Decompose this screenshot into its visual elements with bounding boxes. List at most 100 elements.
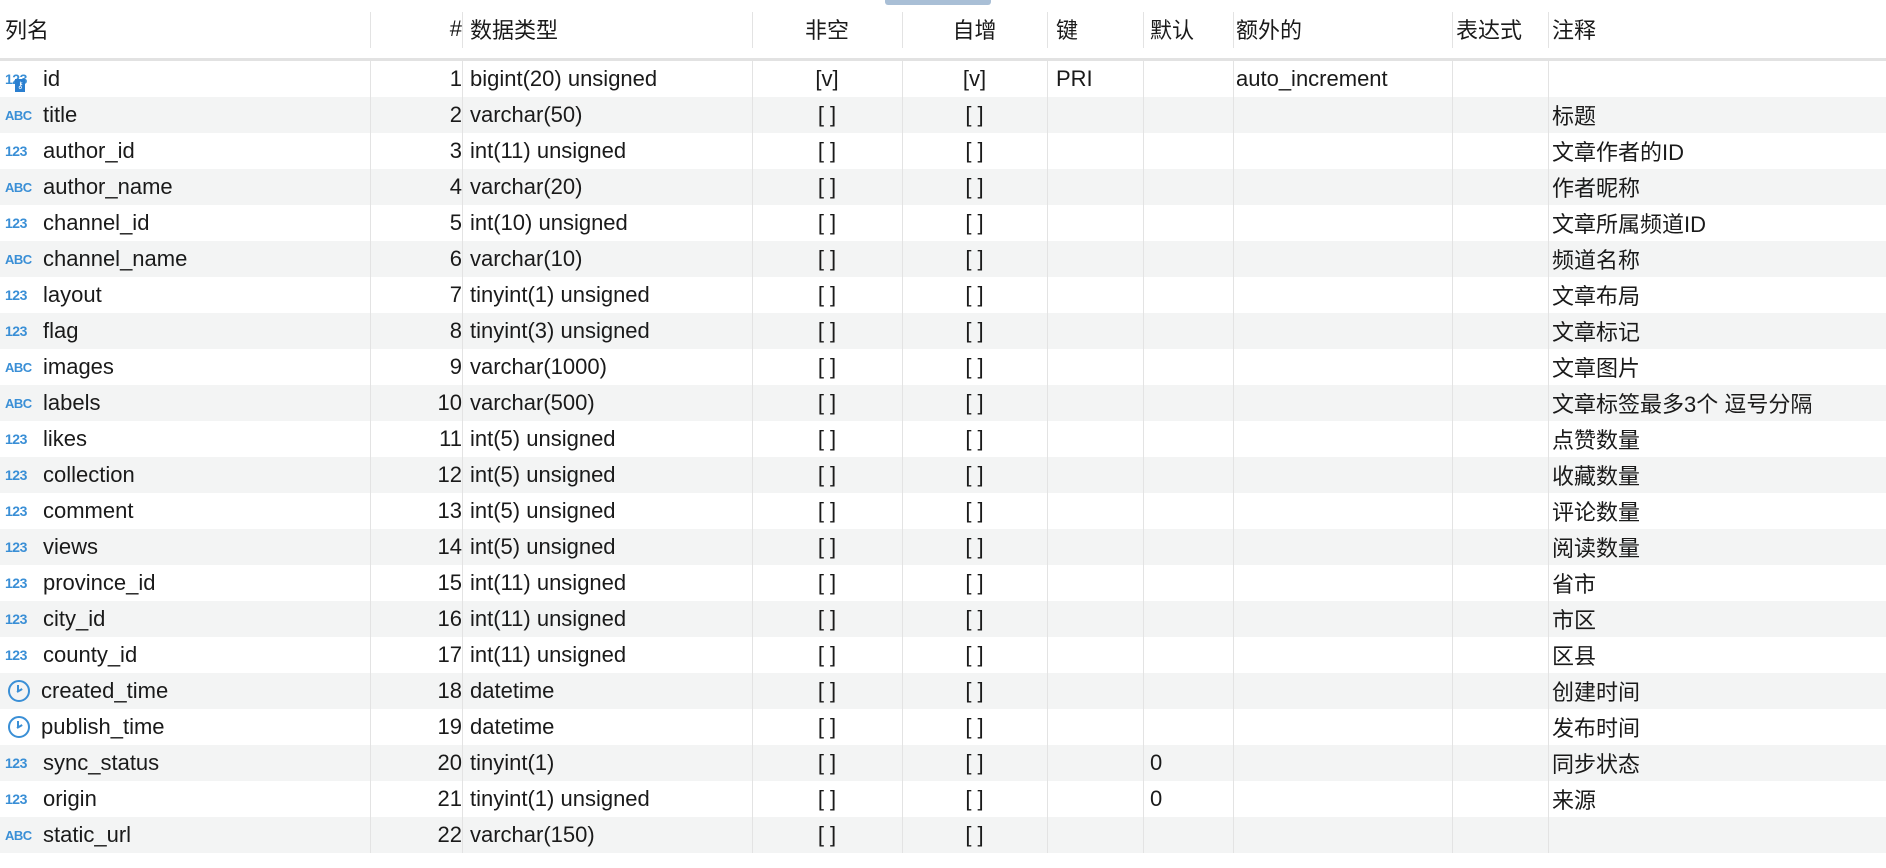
cell-expr[interactable] xyxy=(1456,421,1552,457)
cell-num[interactable]: 10 xyxy=(370,385,462,421)
cell-autoinc[interactable]: [ ] xyxy=(902,529,1047,565)
table-row[interactable]: 123 layout 7 tinyint(1) unsigned[ ][ ] 文章布局 xyxy=(0,277,1886,313)
cell-name[interactable]: created_time xyxy=(5,673,370,709)
cell-name[interactable]: 123 channel_id xyxy=(5,205,370,241)
cell-comment[interactable] xyxy=(1552,61,1886,97)
table-row[interactable]: created_time 18 datetime[ ][ ] 创建时间 xyxy=(0,673,1886,709)
table-row[interactable]: 123 comment 13 int(5) unsigned[ ][ ] 评论数量 xyxy=(0,493,1886,529)
cell-expr[interactable] xyxy=(1456,205,1552,241)
cell-default[interactable] xyxy=(1150,601,1233,637)
header-autoinc[interactable]: 自增 xyxy=(902,0,1047,58)
cell-default[interactable]: 0 xyxy=(1150,781,1233,817)
cell-extra[interactable] xyxy=(1236,421,1456,457)
table-row[interactable]: 123 county_id 17 int(11) unsigned[ ][ ] 区县 xyxy=(0,637,1886,673)
cell-expr[interactable] xyxy=(1456,817,1552,853)
cell-key[interactable] xyxy=(1056,349,1143,385)
cell-extra[interactable] xyxy=(1236,709,1456,745)
cell-type[interactable]: varchar(10) xyxy=(470,241,752,277)
cell-expr[interactable] xyxy=(1456,349,1552,385)
cell-notnull[interactable]: [ ] xyxy=(752,601,902,637)
table-row[interactable]: publish_time 19 datetime[ ][ ] 发布时间 xyxy=(0,709,1886,745)
cell-extra[interactable] xyxy=(1236,169,1456,205)
cell-notnull[interactable]: [ ] xyxy=(752,673,902,709)
cell-autoinc[interactable]: [ ] xyxy=(902,133,1047,169)
cell-name[interactable]: 123 province_id xyxy=(5,565,370,601)
cell-notnull[interactable]: [ ] xyxy=(752,277,902,313)
cell-num[interactable]: 12 xyxy=(370,457,462,493)
cell-expr[interactable] xyxy=(1456,97,1552,133)
cell-name[interactable]: ABC author_name xyxy=(5,169,370,205)
cell-notnull[interactable]: [ ] xyxy=(752,637,902,673)
table-row[interactable]: 123 sync_status 20 tinyint(1)[ ][ ] 0 同步状态 xyxy=(0,745,1886,781)
cell-autoinc[interactable]: [ ] xyxy=(902,673,1047,709)
cell-notnull[interactable]: [ ] xyxy=(752,709,902,745)
cell-notnull[interactable]: [ ] xyxy=(752,385,902,421)
cell-autoinc[interactable]: [ ] xyxy=(902,421,1047,457)
cell-name[interactable]: 123 county_id xyxy=(5,637,370,673)
cell-extra[interactable] xyxy=(1236,565,1456,601)
cell-num[interactable]: 16 xyxy=(370,601,462,637)
cell-extra[interactable] xyxy=(1236,529,1456,565)
cell-extra[interactable] xyxy=(1236,493,1456,529)
cell-num[interactable]: 17 xyxy=(370,637,462,673)
table-row[interactable]: 123 views 14 int(5) unsigned[ ][ ] 阅读数量 xyxy=(0,529,1886,565)
cell-default[interactable] xyxy=(1150,637,1233,673)
cell-comment[interactable]: 市区 xyxy=(1552,601,1886,637)
cell-type[interactable]: tinyint(3) unsigned xyxy=(470,313,752,349)
cell-extra[interactable] xyxy=(1236,817,1456,853)
cell-key[interactable] xyxy=(1056,277,1143,313)
cell-type[interactable]: datetime xyxy=(470,673,752,709)
cell-comment[interactable]: 同步状态 xyxy=(1552,745,1886,781)
cell-expr[interactable] xyxy=(1456,61,1552,97)
table-row[interactable]: 123 origin 21 tinyint(1) unsigned[ ][ ] 0 来源 xyxy=(0,781,1886,817)
cell-autoinc[interactable]: [ ] xyxy=(902,241,1047,277)
cell-expr[interactable] xyxy=(1456,241,1552,277)
table-row[interactable]: ABC author_name 4 varchar(20)[ ][ ] 作者昵称 xyxy=(0,169,1886,205)
cell-key[interactable] xyxy=(1056,601,1143,637)
cell-key[interactable] xyxy=(1056,457,1143,493)
cell-key[interactable] xyxy=(1056,205,1143,241)
cell-extra[interactable] xyxy=(1236,385,1456,421)
cell-name[interactable]: ABC images xyxy=(5,349,370,385)
cell-autoinc[interactable]: [ ] xyxy=(902,781,1047,817)
cell-extra[interactable] xyxy=(1236,637,1456,673)
cell-comment[interactable]: 省市 xyxy=(1552,565,1886,601)
cell-notnull[interactable]: [ ] xyxy=(752,349,902,385)
cell-type[interactable]: varchar(150) xyxy=(470,817,752,853)
table-row[interactable]: 123 likes 11 int(5) unsigned[ ][ ] 点赞数量 xyxy=(0,421,1886,457)
cell-name[interactable]: 123 author_id xyxy=(5,133,370,169)
cell-notnull[interactable]: [ ] xyxy=(752,817,902,853)
cell-num[interactable]: 1 xyxy=(370,61,462,97)
cell-name[interactable]: ABC static_url xyxy=(5,817,370,853)
header-num[interactable]: # xyxy=(370,0,462,58)
cell-key[interactable] xyxy=(1056,421,1143,457)
cell-type[interactable]: int(5) unsigned xyxy=(470,457,752,493)
cell-expr[interactable] xyxy=(1456,313,1552,349)
table-row[interactable]: ABC channel_name 6 varchar(10)[ ][ ] 频道名称 xyxy=(0,241,1886,277)
cell-notnull[interactable]: [ ] xyxy=(752,493,902,529)
cell-key[interactable] xyxy=(1056,241,1143,277)
cell-default[interactable] xyxy=(1150,349,1233,385)
cell-extra[interactable] xyxy=(1236,601,1456,637)
cell-comment[interactable]: 文章标记 xyxy=(1552,313,1886,349)
table-row[interactable]: 123 province_id 15 int(11) unsigned[ ][ ] 省市 xyxy=(0,565,1886,601)
table-row[interactable]: ABC static_url 22 varchar(150)[ ][ ] xyxy=(0,817,1886,853)
cell-notnull[interactable]: [ ] xyxy=(752,205,902,241)
cell-notnull[interactable]: [ ] xyxy=(752,745,902,781)
cell-autoinc[interactable]: [ ] xyxy=(902,565,1047,601)
cell-autoinc[interactable]: [ ] xyxy=(902,817,1047,853)
cell-num[interactable]: 20 xyxy=(370,745,462,781)
cell-key[interactable] xyxy=(1056,817,1143,853)
cell-type[interactable]: int(11) unsigned xyxy=(470,637,752,673)
cell-extra[interactable] xyxy=(1236,457,1456,493)
cell-expr[interactable] xyxy=(1456,709,1552,745)
cell-extra[interactable] xyxy=(1236,349,1456,385)
cell-expr[interactable] xyxy=(1456,637,1552,673)
cell-comment[interactable]: 发布时间 xyxy=(1552,709,1886,745)
cell-key[interactable] xyxy=(1056,169,1143,205)
cell-default[interactable] xyxy=(1150,421,1233,457)
header-type[interactable]: 数据类型 xyxy=(470,0,752,58)
cell-default[interactable] xyxy=(1150,205,1233,241)
table-row[interactable]: 123 city_id 16 int(11) unsigned[ ][ ] 市区 xyxy=(0,601,1886,637)
table-row[interactable]: 123 author_id 3 int(11) unsigned[ ][ ] 文章作者的… xyxy=(0,133,1886,169)
